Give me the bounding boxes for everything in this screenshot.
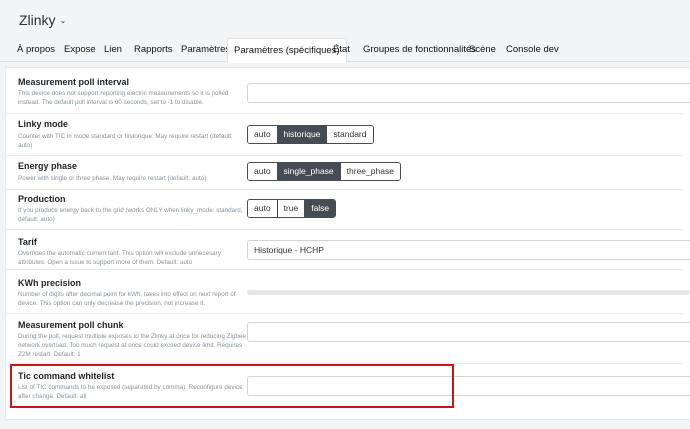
setting-title: Energy phase [18,161,78,171]
production-false-button[interactable]: false [304,200,336,217]
device-name: Zlinky [19,12,56,28]
tab-bind[interactable]: Lien [98,38,128,62]
setting-title: KWh precision [18,278,82,288]
linky-mode-button-group: auto historique standard [247,125,374,144]
production-true-button[interactable]: true [276,200,305,217]
setting-title: Measurement poll chunk [18,320,124,330]
setting-title: Measurement poll interval [18,77,130,87]
tab-scene[interactable]: Scène [463,38,502,62]
tab-bar: À propos Expose Lien Rapports Paramètres… [0,38,690,63]
kwh-precision-slider[interactable] [247,290,690,295]
setting-description: Counter with TIC in mode standard or his… [18,133,233,149]
poll-chunk-input[interactable] [247,322,690,342]
setting-description: Number of digits after decimal point for… [18,291,236,307]
device-header: Zlinky ⌄ [0,0,690,38]
energy-phase-auto-button[interactable]: auto [248,163,277,180]
production-auto-button[interactable]: auto [248,200,277,217]
energy-phase-button-group: auto single_phase three_phase [247,162,401,181]
setting-description: This device does not support reporting e… [18,90,229,106]
device-name-dropdown[interactable]: Zlinky ⌄ [19,12,66,28]
setting-description: Overrides the automatic current tarif. T… [18,250,221,266]
poll-interval-input[interactable] [247,83,690,103]
tab-about[interactable]: À propos [11,38,61,62]
linky-mode-historique-button[interactable]: historique [276,126,327,143]
setting-title: Linky mode [18,119,69,129]
setting-title: Tarif [18,237,37,247]
chevron-down-icon: ⌄ [59,16,67,25]
red-highlight-box [10,364,454,408]
setting-title: Production [18,194,66,204]
setting-description: If you produce energy back to the grid (… [18,207,243,223]
production-button-group: auto true false [247,199,337,218]
energy-phase-three-button[interactable]: three_phase [339,163,400,180]
linky-mode-auto-button[interactable]: auto [248,126,277,143]
setting-row-production: Production If you produce energy back to… [5,190,683,230]
setting-description: During the poll, request multiple expose… [18,333,246,358]
tab-state[interactable]: État [327,38,356,62]
tab-reporting[interactable]: Rapports [128,38,179,62]
tarif-select[interactable]: Historique - HCHP [247,240,690,260]
linky-mode-standard-button[interactable]: standard [326,126,373,143]
setting-description: Power with single or three phase. May re… [18,175,207,182]
tab-expose[interactable]: Expose [58,38,102,62]
energy-phase-single-button[interactable]: single_phase [276,163,340,180]
tab-dev-console[interactable]: Console dev [500,38,565,62]
